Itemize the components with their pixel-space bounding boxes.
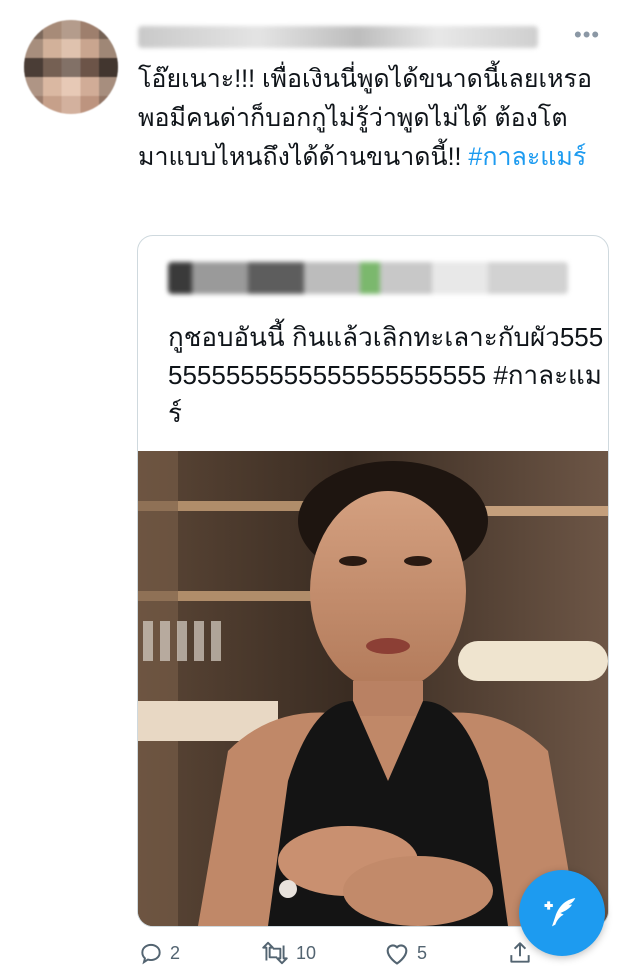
reply-button[interactable]: 2 (138, 940, 180, 966)
quoted-tweet-card[interactable]: กูชอบอันนี้ กินแล้วเลิกทะเลาะกับผัว55555… (137, 235, 609, 927)
reply-icon (141, 943, 161, 965)
video-frame-image (138, 451, 608, 926)
share-button[interactable] (507, 940, 533, 966)
tweet-text: โอ๊ยเนาะ!!! เพื่อเงินนี่พูดได้ขนาดนี้เลย… (138, 60, 598, 177)
compose-feather-icon (544, 898, 576, 927)
tweet-action-bar: 2 10 5 (0, 940, 620, 970)
like-count: 5 (417, 942, 428, 963)
more-icon[interactable]: ••• (574, 22, 600, 48)
quoted-tweet-video[interactable] (138, 451, 608, 926)
retweet-button[interactable]: 10 (260, 940, 316, 966)
author-name-blurred[interactable] (138, 26, 538, 48)
like-button[interactable]: 5 (383, 940, 427, 966)
compose-tweet-button[interactable] (519, 870, 605, 956)
quoted-author-blurred[interactable] (168, 262, 568, 294)
tweet-hashtag-link[interactable]: #กาละแมร์ (468, 143, 586, 171)
share-icon (510, 942, 530, 963)
quoted-tweet-text: กูชอบอันนี้ กินแล้วเลิกทะเลาะกับผัว55555… (168, 318, 608, 432)
heart-icon (386, 944, 408, 965)
avatar[interactable] (24, 20, 118, 114)
reply-count: 2 (170, 942, 181, 963)
retweet-count: 10 (296, 942, 317, 963)
retweet-icon (262, 941, 288, 965)
